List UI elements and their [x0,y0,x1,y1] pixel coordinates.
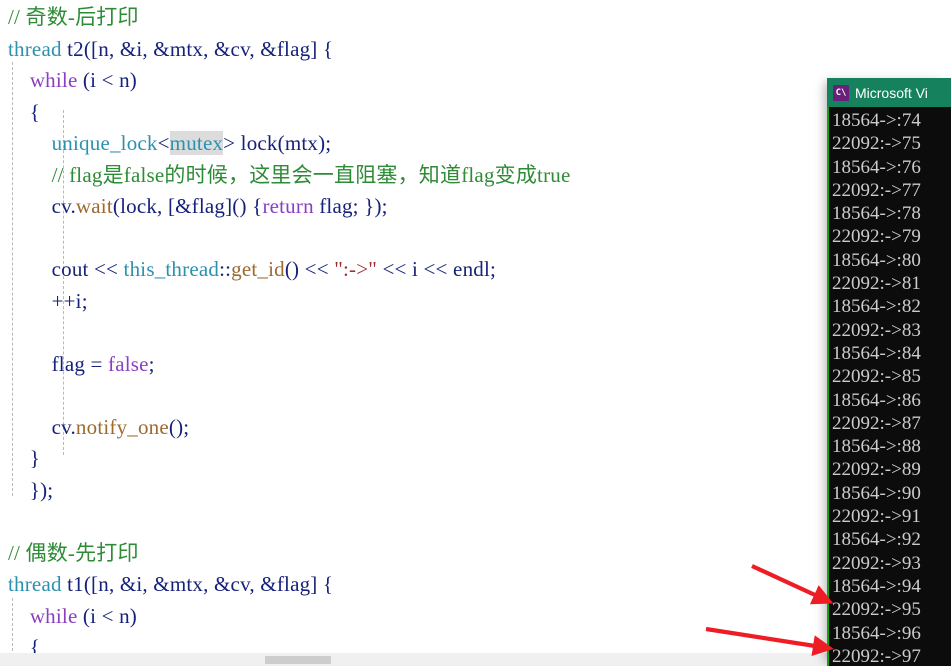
code-line: ++i; [0,286,571,318]
code-token: while [29,68,78,92]
console-output-line: 22092:->79 [832,226,921,248]
code-line: { [0,97,571,129]
console-output-line: 18564->:82 [832,296,921,318]
console-output-line: 22092:->91 [832,506,921,528]
code-editor[interactable]: // 奇数-后打印 thread t2([n, &i, &mtx, &cv, &f… [0,0,951,653]
code-token: < [157,131,170,155]
console-output[interactable]: 18564->:74 22092:->75 18564->:76 22092:->77… [827,107,951,666]
debug-console-window[interactable]: C\ Microsoft Vi 18564->:74 22092:->75 1856… [827,78,951,666]
console-title: Microsoft Vi [855,84,928,101]
code-token: notify_one [75,414,169,439]
console-output-line: 18564->:96 [832,622,921,644]
code-token: () << [284,257,335,281]
console-output-line: 22092:->95 [832,599,921,621]
code-token: // 偶数-先打印 [8,540,139,565]
code-token: :: [219,257,232,281]
console-output-line: 22092:->97 [832,645,921,666]
code-token: flag; }); [313,194,388,218]
code-line: unique_lock<mutex> lock(mtx); [0,128,571,160]
console-output-line: 22092:->83 [832,319,921,341]
console-titlebar[interactable]: C\ Microsoft Vi [827,78,951,107]
code-token: }); [8,477,54,502]
console-output-line: 22092:->81 [832,273,921,295]
code-token: flag = [8,351,108,376]
editor-horizontal-scrollbar[interactable] [0,653,951,666]
code-token: mutex [169,131,224,155]
code-token: wait [75,194,113,218]
code-token: (lock, [&flag]() { [112,194,263,218]
code-token: (i < n) [77,603,137,628]
code-token: thread [8,572,62,596]
code-line: cv.wait(lock, [&flag]() {return flag; })… [0,191,571,223]
code-line: thread t1([n, &i, &mtx, &cv, &flag] { [0,569,571,601]
console-output-line: 18564->:76 [832,156,921,178]
console-output-line: 22092:->89 [832,459,921,481]
code-token: { [8,635,41,653]
code-token: false [108,351,149,376]
code-token: ":->" [334,257,378,281]
console-output-line: 18564->:74 [832,110,921,131]
code-token: while [29,603,78,628]
console-output-line: 22092:->77 [832,179,921,201]
console-output-line: 22092:->85 [832,366,921,388]
code-token: ; [148,351,155,376]
code-token: ++i; [8,288,88,313]
console-output-line: 22092:->87 [832,412,921,434]
code-token: get_id [231,257,285,281]
code-line: // 奇数-后打印 [0,2,571,34]
code-line: flag = false; [0,349,571,381]
code-line: while (i < n) [0,65,571,97]
console-output-line: 18564->:94 [832,575,921,597]
code-token: (i < n) [77,68,137,92]
code-token: thread [8,36,62,61]
code-token: t2([n, &i, &mtx, &cv, &flag] { [61,36,334,61]
code-line: { [0,632,571,653]
code-token: << i << endl; [377,257,497,281]
code-line: thread t2([n, &i, &mtx, &cv, &flag] { [0,34,571,66]
code-token: { [8,99,41,124]
code-token: // flag是false的时候，这里会一直阻塞，知道flag变成true [8,162,571,187]
console-output-line: 18564->:88 [832,436,921,458]
console-output-line: 18564->:92 [832,529,921,551]
code-token: // 奇数-后打印 [8,5,139,29]
code-token: cv. [8,194,76,218]
console-output-line: 18564->:90 [832,482,921,504]
code-line: } [0,443,571,475]
code-line: cv.notify_one(); [0,412,571,444]
console-output-line: 18564->:84 [832,342,921,364]
console-output-line: 22092:->93 [832,552,921,574]
console-output-line: 18564->:78 [832,203,921,225]
console-window-icon: C\ [833,84,849,101]
code-token: cv. [8,414,76,439]
code-token: unique_lock [51,131,158,155]
code-token: cout << [8,257,124,281]
console-output-line: 18564->:80 [832,249,921,271]
code-token: > lock(mtx); [223,131,332,155]
code-line: }); [0,475,571,507]
code-line: // flag是false的时候，这里会一直阻塞，知道flag变成true [0,160,571,192]
code-token: t1([n, &i, &mtx, &cv, &flag] { [61,572,334,596]
console-output-line: 22092:->75 [832,133,921,155]
code-line: // 偶数-先打印 [0,538,571,570]
code-token: this_thread [123,257,220,281]
code-line: cout << this_thread::get_id() << ":->" <… [0,254,571,286]
code-token: } [8,446,41,470]
code-token: (); [168,414,190,439]
code-line: while (i < n) [0,601,571,633]
code-text[interactable]: // 奇数-后打印 thread t2([n, &i, &mtx, &cv, &f… [0,0,571,653]
code-token: return [262,194,314,218]
scrollbar-thumb[interactable] [265,656,331,664]
console-output-line: 18564->:86 [832,389,921,411]
